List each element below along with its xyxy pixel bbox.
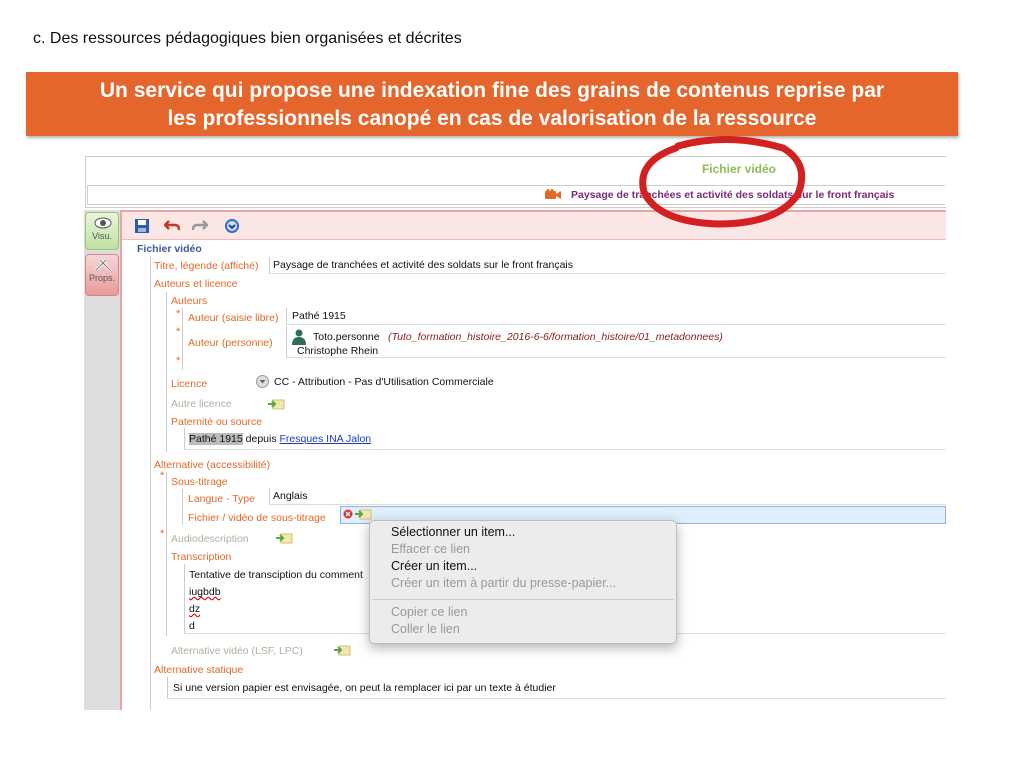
auteur-libre-value: Pathé 1915 [292, 310, 346, 322]
auteur-personne-field[interactable]: Toto.personne (Tuto_formation_histoire_2… [286, 326, 946, 358]
add-audiodescription-icon[interactable] [275, 532, 293, 544]
context-menu: Sélectionner un item... Effacer ce lien … [369, 520, 677, 644]
auteur-libre-label: Auteur (saisie libre) [188, 312, 279, 324]
alt-statique-field[interactable]: Si une version papier est envisagée, on … [167, 677, 946, 699]
langue-field[interactable]: Anglais [269, 488, 946, 505]
auteur-personne-name: Christophe Rhein [297, 345, 379, 357]
alt-statique-label: Alternative statique [154, 664, 244, 676]
transcription-line-3: dz [189, 603, 201, 615]
eye-icon [94, 217, 112, 229]
langue-label: Langue - Type [188, 493, 255, 505]
tools-icon [94, 258, 112, 272]
titre-label: Titre, légende (affiché) [154, 260, 259, 272]
tab-visu-label: Visu. [92, 231, 112, 241]
paternite-label: Paternité ou source [171, 416, 263, 428]
video-camera-icon [545, 189, 561, 199]
transcription-line-1: Tentative de transciption du comment [189, 569, 363, 581]
sous-titrage-label: Sous-titrage [171, 476, 228, 488]
paternite-link[interactable]: Fresques INA Jalon [280, 433, 372, 445]
annotation-circle [639, 136, 806, 228]
paternite-field[interactable]: Pathé 1915 depuis Fresques INA Jalon [184, 428, 946, 450]
paternite-mid: depuis [242, 433, 280, 445]
form-toolbar [122, 212, 946, 240]
alt-statique-value: Si une version papier est envisagée, on … [173, 682, 556, 694]
menu-item-paste-link[interactable]: Coller le lien [391, 622, 460, 636]
auteur-libre-field[interactable]: Pathé 1915 [286, 308, 946, 325]
menu-item-create-from-clipboard[interactable]: Créer un item à partir du presse-papier.… [391, 576, 616, 590]
slide-title: c. Des ressources pédagogiques bien orga… [33, 30, 462, 47]
menu-item-clear-link[interactable]: Effacer ce lien [391, 542, 470, 556]
alternative-label: Alternative (accessibilité) [154, 459, 271, 471]
menu-separator [372, 599, 674, 600]
titre-value: Paysage de tranchées et activité des sol… [273, 259, 573, 271]
auteur-personne-path: (Tuto_formation_histoire_2016-6-6/format… [388, 331, 723, 343]
menu-item-select[interactable]: Sélectionner un item... [391, 525, 515, 539]
banner: Un service qui propose une indexation fi… [26, 72, 958, 136]
tab-props[interactable]: Props. [85, 254, 119, 296]
alt-video-label: Alternative vidéo (LSF, LPC) [171, 645, 303, 657]
auteurs-licence-label: Auteurs et licence [154, 278, 238, 290]
resource-title-bar: Paysage de tranchées et activité des sol… [87, 185, 945, 205]
auteur-personne-label: Auteur (personne) [188, 337, 273, 349]
licence-label: Licence [171, 378, 208, 390]
transcription-label: Transcription [171, 551, 232, 563]
paternite-highlight: Pathé 1915 [189, 433, 243, 445]
banner-line-2: les professionnels canopé en cas de valo… [167, 107, 817, 130]
menu-item-copy-link[interactable]: Copier ce lien [391, 605, 467, 619]
titre-field[interactable]: Paysage de tranchées et activité des sol… [269, 257, 946, 274]
person-icon [292, 329, 306, 345]
transcription-line-4: d [189, 620, 195, 632]
screenshot-panel: Fichier vidéo Paysage de tranchées et ac… [84, 154, 946, 710]
auteur-personne-id: Toto.personne [313, 331, 380, 343]
navigate-down-icon[interactable] [224, 218, 240, 234]
fichier-sous-titrage-label: Fichier / vidéo de sous-titrage [188, 512, 326, 524]
add-link-icon[interactable] [267, 398, 285, 410]
audiodescription-label: Audiodescription [171, 533, 249, 545]
redo-icon[interactable] [192, 218, 208, 234]
autre-licence-label: Autre licence [171, 398, 232, 410]
section-title: Fichier vidéo [137, 243, 202, 255]
add-alt-video-icon[interactable] [333, 644, 351, 656]
add-sous-titrage-icon[interactable] [354, 508, 372, 520]
side-tabs: Visu. Props. [84, 210, 120, 710]
dropdown-icon[interactable] [256, 375, 269, 388]
banner-line-1: Un service qui propose une indexation fi… [99, 79, 885, 102]
menu-item-create[interactable]: Créer un item... [391, 559, 477, 573]
undo-icon[interactable] [164, 218, 180, 234]
licence-value[interactable]: CC - Attribution - Pas d'Utilisation Com… [274, 376, 494, 388]
tab-props-label: Props. [88, 273, 115, 283]
auteurs-label: Auteurs [171, 295, 208, 307]
tab-visu[interactable]: Visu. [85, 212, 119, 250]
remove-icon[interactable] [343, 509, 353, 519]
transcription-line-2: iugbdb [189, 586, 221, 598]
save-icon[interactable] [134, 218, 150, 234]
langue-value: Anglais [273, 490, 308, 502]
